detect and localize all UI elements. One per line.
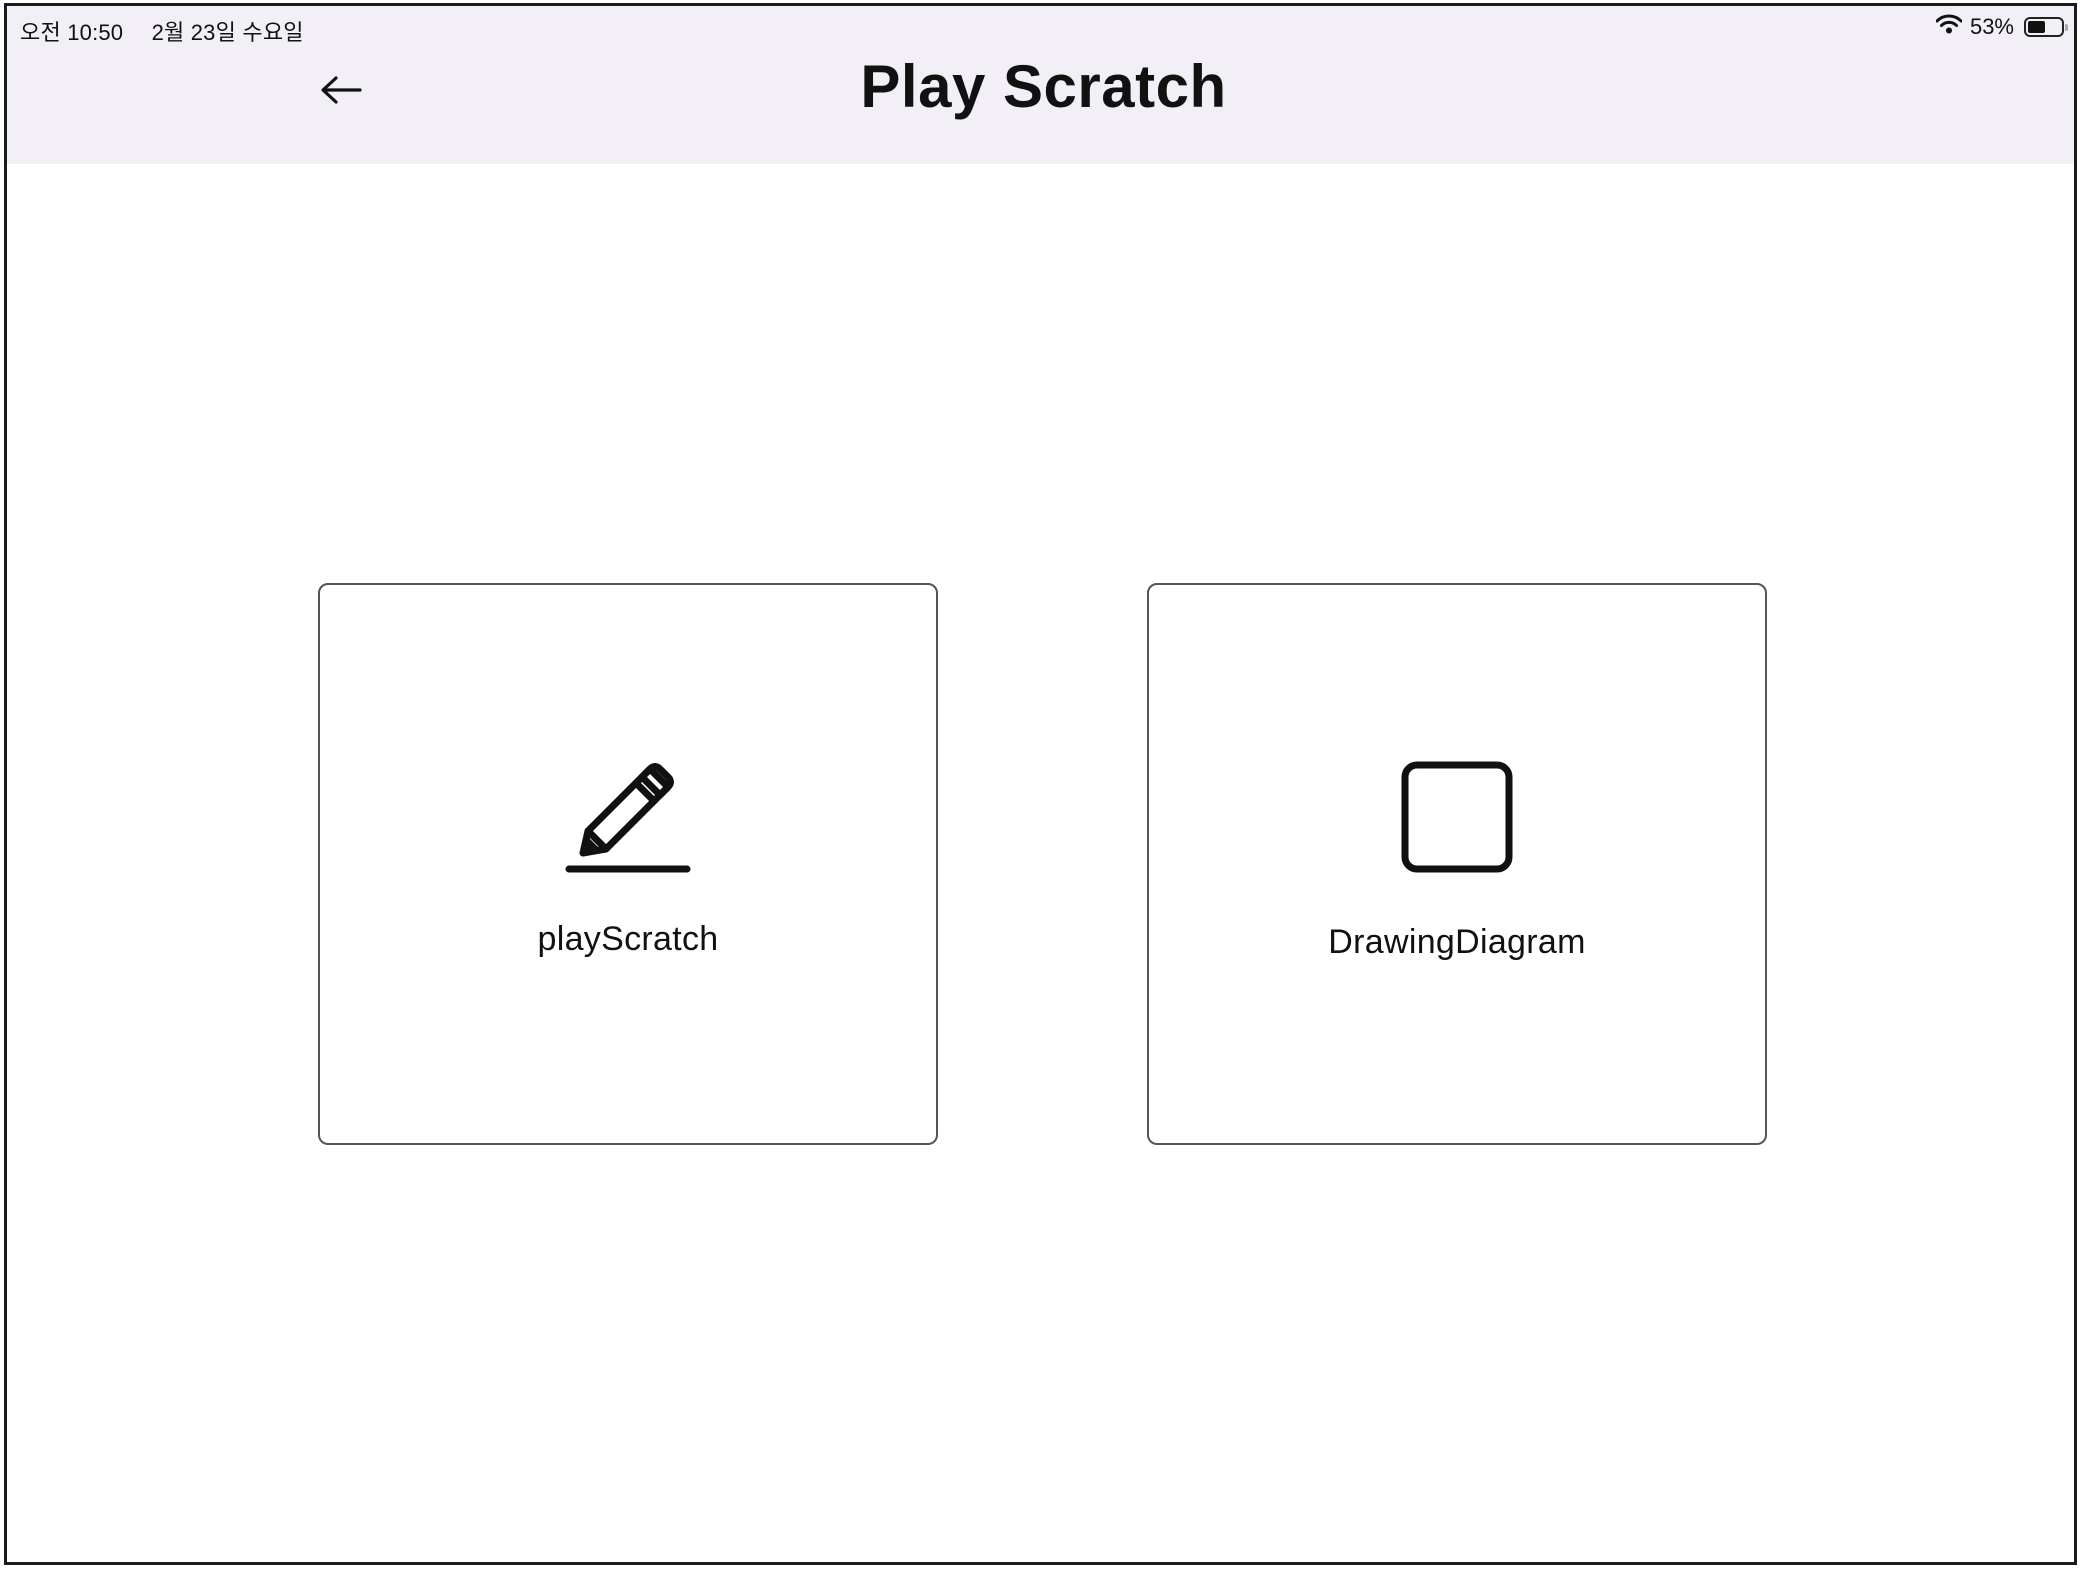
top-bar: 오전 10:50 2월 23일 수요일 53% Play Scratch	[7, 6, 2074, 164]
battery-percent: 53%	[1969, 14, 2014, 39]
drawing-diagram-label: DrawingDiagram	[1328, 923, 1586, 961]
status-bar-left: 오전 10:50 2월 23일 수요일	[20, 15, 304, 47]
status-time: 오전 10:50	[20, 20, 124, 45]
app-window: 오전 10:50 2월 23일 수요일 53% Play Scratch pla…	[4, 3, 2077, 1565]
drawing-diagram-card[interactable]: DrawingDiagram	[1147, 583, 1767, 1145]
play-scratch-card[interactable]: playScratch	[318, 583, 938, 1145]
status-date: 2월 23일 수요일	[151, 20, 304, 45]
wifi-icon	[1935, 14, 1963, 40]
battery-cap	[2065, 24, 2068, 31]
battery-icon	[2024, 17, 2068, 37]
page-title: Play Scratch	[860, 53, 1227, 120]
battery-level-fill	[2028, 21, 2045, 33]
status-bar-right: 53%	[1935, 14, 2068, 40]
pencil-icon	[565, 763, 691, 873]
play-scratch-label: playScratch	[537, 920, 719, 958]
square-icon	[1401, 761, 1513, 873]
